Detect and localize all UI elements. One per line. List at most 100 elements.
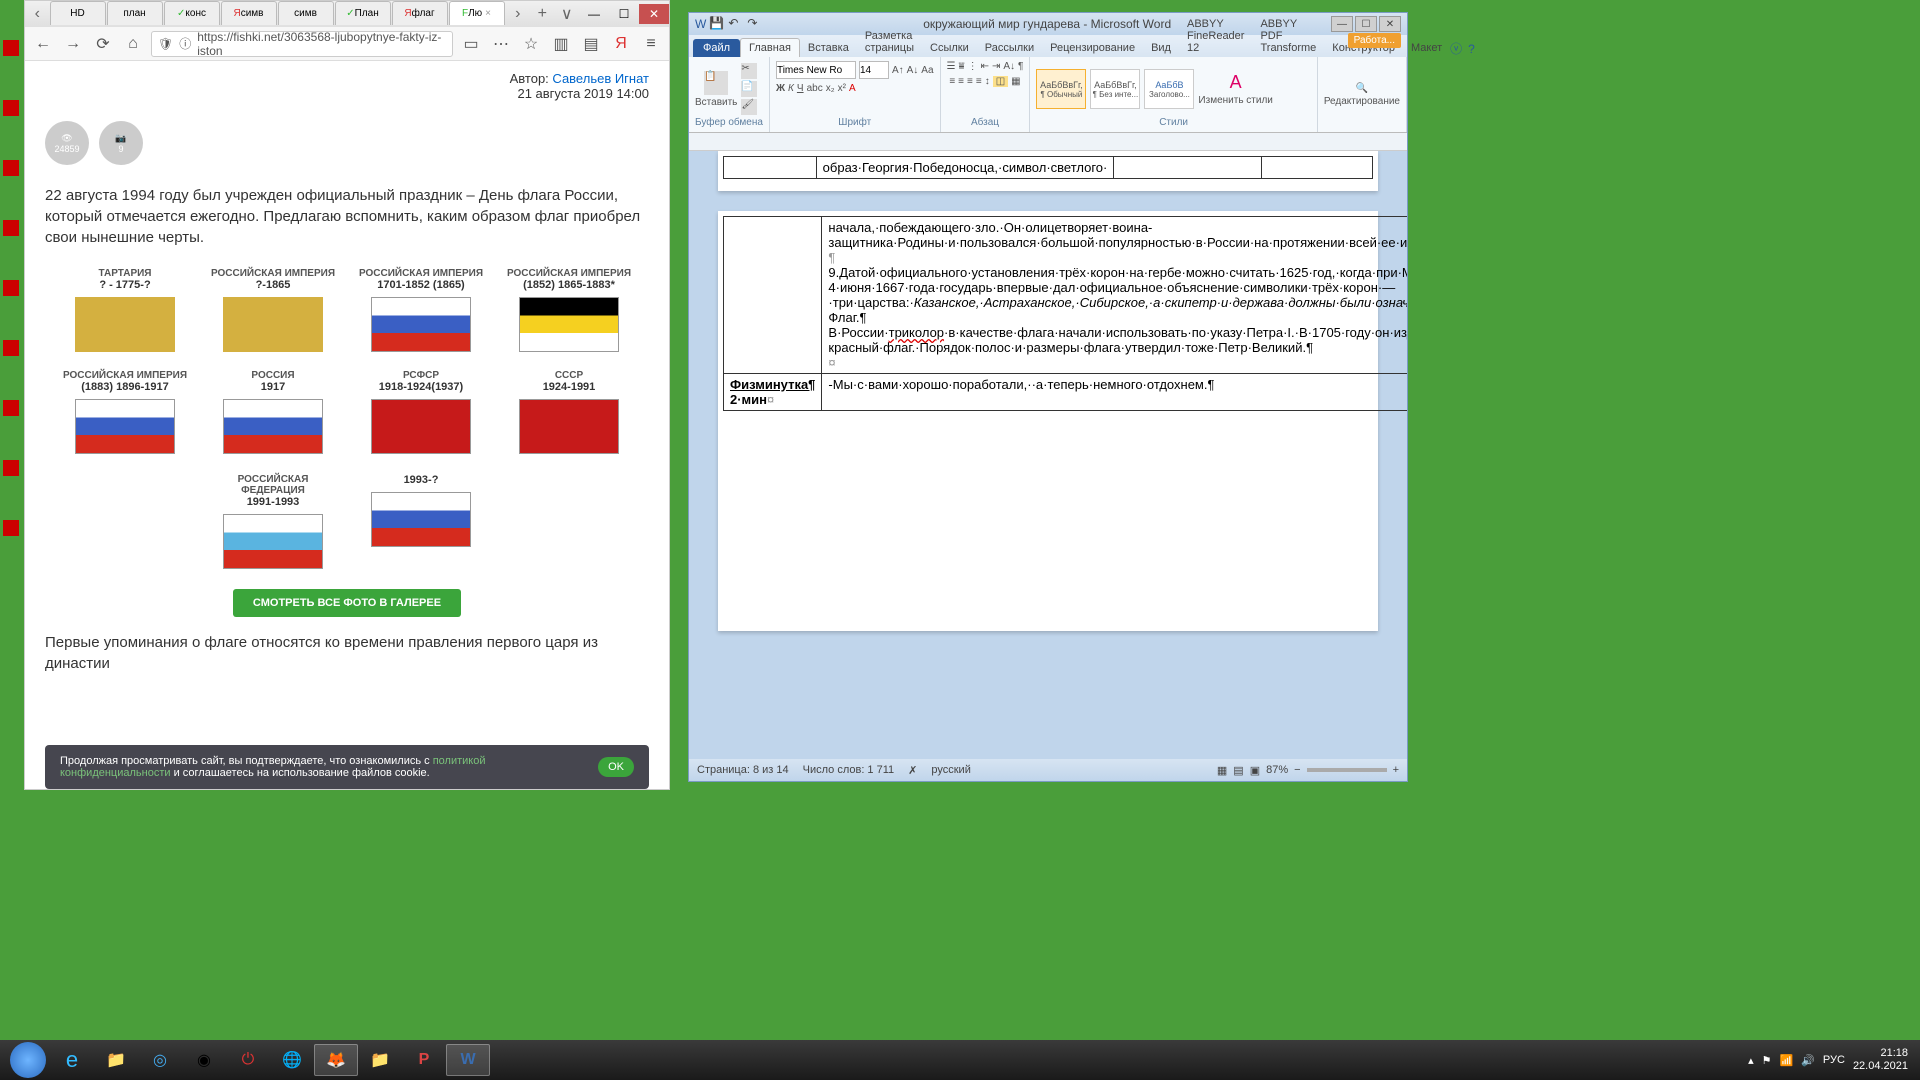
copy-icon[interactable]: 📄 bbox=[741, 81, 757, 97]
flag-icon[interactable]: ⚑ bbox=[1762, 1054, 1772, 1067]
ribbon-tab[interactable]: Вид bbox=[1143, 39, 1179, 57]
zoom-in-button[interactable]: + bbox=[1393, 764, 1399, 776]
superscript-button[interactable]: x² bbox=[838, 83, 846, 94]
maximize-button[interactable]: ☐ bbox=[609, 4, 639, 24]
browser-tab[interactable]: ✓конс bbox=[164, 1, 220, 25]
close-button[interactable]: ✕ bbox=[1379, 16, 1401, 32]
bookmark-icon[interactable]: ☆ bbox=[519, 32, 543, 56]
browser-tab[interactable]: HD bbox=[50, 1, 106, 25]
taskbar-app[interactable]: ◎ bbox=[138, 1044, 182, 1076]
table-cell[interactable]: -Мы·с·вами·хорошо·поработали,··а·теперь·… bbox=[822, 374, 1407, 411]
cut-icon[interactable]: ✂ bbox=[741, 63, 757, 79]
find-button[interactable]: 🔍 Редактирование bbox=[1324, 83, 1400, 107]
yandex-icon[interactable]: Я bbox=[609, 32, 633, 56]
taskbar-ie[interactable]: e bbox=[50, 1044, 94, 1076]
document-area[interactable]: образ·Георгия·Победоносца,·символ·светло… bbox=[689, 151, 1407, 759]
forward-button[interactable]: → bbox=[61, 32, 85, 56]
taskbar-explorer[interactable]: 📁 bbox=[94, 1044, 138, 1076]
table-cell[interactable]: образ·Георгия·Победоносца,·символ·светло… bbox=[816, 157, 1114, 179]
ruler[interactable] bbox=[689, 133, 1407, 151]
status-words[interactable]: Число слов: 1 711 bbox=[803, 764, 895, 776]
sort-icon[interactable]: A↓ bbox=[1003, 61, 1015, 72]
taskbar-powerpoint[interactable]: P bbox=[402, 1044, 446, 1076]
taskbar-app[interactable]: ⏻ bbox=[226, 1044, 270, 1076]
browser-tab[interactable]: ✓План bbox=[335, 1, 391, 25]
grow-font-icon[interactable]: A↑ bbox=[892, 65, 904, 76]
minimize-button[interactable]: — bbox=[1331, 16, 1353, 32]
taskbar-word[interactable]: W bbox=[446, 1044, 490, 1076]
browser-tab[interactable]: Ясимв bbox=[221, 1, 277, 25]
indent-dec-icon[interactable]: ⇤ bbox=[981, 61, 989, 72]
view-print-icon[interactable]: ▦ bbox=[1217, 764, 1227, 777]
redo-icon[interactable]: ↷ bbox=[747, 16, 763, 32]
paste-button[interactable]: 📋 Вставить bbox=[695, 71, 737, 108]
change-case-icon[interactable]: Aa bbox=[921, 65, 933, 76]
align-center-icon[interactable]: ≡ bbox=[958, 76, 964, 87]
align-left-icon[interactable]: ≡ bbox=[949, 76, 955, 87]
desktop-icon[interactable] bbox=[2, 40, 20, 70]
ribbon-tab[interactable]: Вставка bbox=[800, 39, 857, 57]
browser-tab-active[interactable]: FЛю× bbox=[449, 1, 505, 25]
ribbon-tab[interactable]: ABBYY PDF Transforme bbox=[1252, 15, 1324, 57]
gallery-button[interactable]: СМОТРЕТЬ ВСЕ ФОТО В ГАЛЕРЕЕ bbox=[233, 589, 461, 617]
status-language[interactable]: русский bbox=[931, 764, 970, 776]
url-bar[interactable]: 🛡 ⓘ https://fishki.net/3063568-ljubopytn… bbox=[151, 31, 453, 57]
multilevel-icon[interactable]: ⋮ bbox=[968, 61, 978, 72]
taskbar-app[interactable]: ◉ bbox=[182, 1044, 226, 1076]
numbering-icon[interactable]: ⩸ bbox=[959, 61, 965, 72]
sidebar-icon[interactable]: ▤ bbox=[579, 32, 603, 56]
ribbon-minimize-icon[interactable]: ⓥ bbox=[1450, 40, 1462, 57]
table-cell[interactable]: Физминутка¶ 2·мин¤ bbox=[724, 374, 822, 411]
language-indicator[interactable]: РУС bbox=[1823, 1054, 1845, 1066]
italic-button[interactable]: К bbox=[788, 83, 794, 94]
zoom-out-button[interactable]: − bbox=[1294, 764, 1300, 776]
justify-icon[interactable]: ≡ bbox=[976, 76, 982, 87]
author-link[interactable]: Савельев Игнат bbox=[552, 71, 649, 86]
undo-icon[interactable]: ↶ bbox=[728, 16, 744, 32]
change-styles-button[interactable]: A Изменить стили bbox=[1198, 72, 1272, 106]
bold-button[interactable]: Ж bbox=[776, 83, 785, 94]
help-icon[interactable]: ? bbox=[1468, 42, 1475, 56]
start-button[interactable] bbox=[6, 1044, 50, 1076]
volume-icon[interactable]: 🔊 bbox=[1801, 1054, 1815, 1067]
desktop-icon[interactable] bbox=[2, 280, 20, 310]
indent-inc-icon[interactable]: ⇥ bbox=[992, 61, 1000, 72]
desktop-icon[interactable] bbox=[2, 340, 20, 370]
browser-tab[interactable]: план bbox=[107, 1, 163, 25]
font-name-select[interactable] bbox=[776, 61, 856, 79]
align-right-icon[interactable]: ≡ bbox=[967, 76, 973, 87]
ribbon-tab[interactable]: ABBYY FineReader 12 bbox=[1179, 15, 1252, 57]
taskbar-explorer2[interactable]: 📁 bbox=[358, 1044, 402, 1076]
format-painter-icon[interactable]: 🖌 bbox=[741, 99, 757, 115]
desktop-icon[interactable] bbox=[2, 220, 20, 250]
desktop-icon[interactable] bbox=[2, 160, 20, 190]
font-color-icon[interactable]: A bbox=[849, 83, 856, 94]
back-button[interactable]: ← bbox=[31, 32, 55, 56]
tab-next-icon[interactable]: › bbox=[506, 2, 531, 26]
taskbar-firefox[interactable]: 🦊 bbox=[314, 1044, 358, 1076]
save-icon[interactable]: 💾 bbox=[709, 16, 725, 32]
shrink-font-icon[interactable]: A↓ bbox=[907, 65, 919, 76]
style-heading[interactable]: АаБбВ Заголово... bbox=[1144, 69, 1194, 109]
font-size-select[interactable] bbox=[859, 61, 889, 79]
spellcheck-icon[interactable]: ✗ bbox=[908, 764, 917, 777]
strike-button[interactable]: abc bbox=[807, 83, 823, 94]
desktop-icon[interactable] bbox=[2, 400, 20, 430]
library-icon[interactable]: ▥ bbox=[549, 32, 573, 56]
status-page[interactable]: Страница: 8 из 14 bbox=[697, 764, 789, 776]
zoom-slider[interactable] bbox=[1307, 768, 1387, 772]
desktop-icon[interactable] bbox=[2, 100, 20, 130]
borders-icon[interactable]: ▦ bbox=[1011, 76, 1020, 87]
minimize-button[interactable]: — bbox=[579, 4, 609, 24]
subscript-button[interactable]: x₂ bbox=[826, 83, 835, 94]
ribbon-tab[interactable]: Макет bbox=[1403, 39, 1450, 57]
taskbar-chrome[interactable]: 🌐 bbox=[270, 1044, 314, 1076]
network-icon[interactable]: 📶 bbox=[1780, 1054, 1794, 1067]
menu-icon[interactable]: ⋯ bbox=[489, 32, 513, 56]
reader-icon[interactable]: ▭ bbox=[459, 32, 483, 56]
ribbon-tab-file[interactable]: Файл bbox=[693, 39, 740, 57]
underline-button[interactable]: Ч bbox=[797, 83, 804, 94]
reload-button[interactable]: ⟳ bbox=[91, 32, 115, 56]
style-no-spacing[interactable]: АаБбВвГг, ¶ Без инте... bbox=[1090, 69, 1140, 109]
desktop-icon[interactable] bbox=[2, 460, 20, 490]
